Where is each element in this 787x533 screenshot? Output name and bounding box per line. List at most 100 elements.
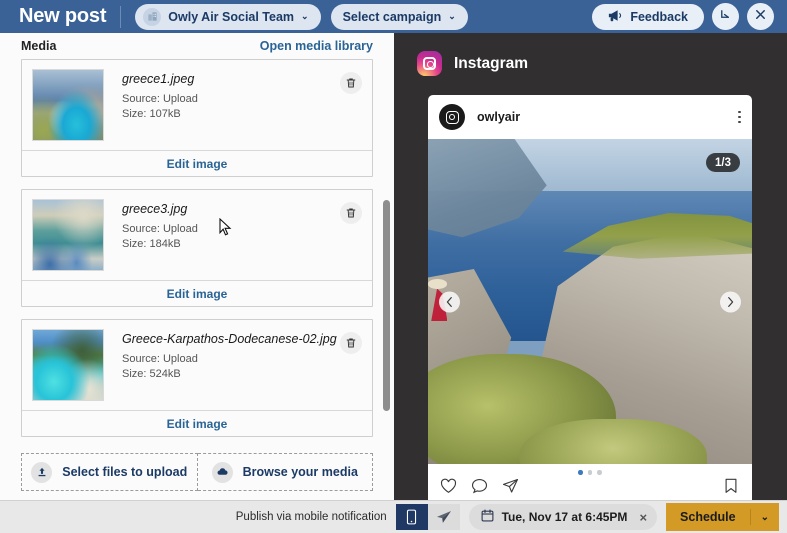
select-files-label: Select files to upload (62, 465, 188, 479)
delete-media-button[interactable] (340, 332, 362, 354)
new-post-composer-window: New post Owly Air Social Team ⌄ Select c… (0, 0, 787, 533)
chevron-right-icon (728, 296, 734, 307)
page-title: New post (19, 5, 107, 27)
close-icon (754, 8, 767, 26)
instagram-icon (417, 51, 442, 76)
header-actions: Feedback (592, 3, 778, 30)
trash-icon (346, 208, 356, 218)
post-action-bar (428, 464, 752, 500)
minimize-button[interactable] (712, 3, 739, 30)
paper-plane-icon (436, 510, 451, 523)
mobile-phone-icon (407, 509, 417, 525)
auto-publish-toggle[interactable] (427, 504, 460, 530)
media-size: Size: 524kB (122, 367, 181, 380)
media-item-meta: greece1.jpeg Source: Upload Size: 107kB (122, 69, 198, 141)
trash-icon (346, 78, 356, 88)
post-account-row: owlyair (428, 95, 752, 139)
schedule-button-label: Schedule (680, 510, 736, 524)
campaign-selector[interactable]: Select campaign ⌄ (330, 3, 468, 30)
chevron-left-icon (446, 296, 452, 307)
share-icon[interactable] (502, 478, 519, 494)
media-filename: greece1.jpeg (122, 72, 195, 86)
carousel-dot[interactable] (597, 470, 602, 475)
upload-actions: Select files to upload Browse your media (0, 449, 394, 491)
edit-image-button[interactable]: Edit image (22, 280, 372, 306)
schedule-dropdown-toggle[interactable]: ⌄ (751, 512, 779, 523)
trash-icon (346, 338, 356, 348)
network-header: Instagram (394, 33, 787, 76)
media-thumbnail[interactable] (32, 199, 104, 271)
delete-media-button[interactable] (340, 202, 362, 224)
upload-icon (31, 461, 53, 483)
edit-image-button[interactable]: Edit image (22, 410, 372, 436)
comment-icon[interactable] (471, 478, 488, 494)
instagram-post-preview: owlyair 1/3 (428, 95, 752, 500)
media-thumbnail[interactable] (32, 329, 104, 401)
feedback-button[interactable]: Feedback (592, 3, 704, 30)
calendar-icon (481, 509, 494, 525)
chevron-down-icon: ⌄ (448, 11, 456, 21)
composer-panel: Media Open media library greece1.jpeg So… (0, 33, 394, 500)
megaphone-icon (608, 9, 622, 25)
team-selector-label: Owly Air Social Team (168, 9, 295, 24)
media-size: Size: 184kB (122, 237, 181, 250)
edit-image-button[interactable]: Edit image (22, 150, 372, 176)
publish-mode-toggle (395, 504, 460, 530)
media-filename: Greece-Karpathos-Dodecanese-02.jpg (122, 332, 337, 346)
header-divider (120, 5, 122, 28)
feedback-label: Feedback (630, 9, 688, 24)
media-source: Source: Upload (122, 353, 198, 365)
media-source: Source: Upload (122, 93, 198, 105)
carousel-dot[interactable] (587, 470, 593, 475)
window-header: New post Owly Air Social Team ⌄ Select c… (0, 0, 787, 33)
like-icon[interactable] (440, 478, 457, 494)
team-selector[interactable]: Owly Air Social Team ⌄ (135, 3, 321, 30)
composer-scrollbar[interactable] (382, 33, 391, 500)
campaign-selector-label: Select campaign (342, 9, 442, 24)
media-item-meta: Greece-Karpathos-Dodecanese-02.jpg Sourc… (122, 329, 337, 401)
media-item-card: greece1.jpeg Source: Upload Size: 107kB … (21, 59, 373, 177)
open-media-library-link[interactable]: Open media library (260, 39, 373, 53)
bookmark-icon[interactable] (724, 478, 738, 494)
media-item-meta: greece3.jpg Source: Upload Size: 184kB (122, 199, 198, 271)
media-list: greece1.jpeg Source: Upload Size: 107kB … (0, 59, 394, 437)
carousel-counter: 1/3 (706, 153, 740, 172)
delete-media-button[interactable] (340, 72, 362, 94)
schedule-button[interactable]: Schedule ⌄ (666, 503, 779, 531)
media-item-card: greece3.jpg Source: Upload Size: 184kB E… (21, 189, 373, 307)
schedule-date-label: Tue, Nov 17 at 6:45PM (501, 510, 628, 524)
select-files-button[interactable]: Select files to upload (21, 453, 198, 491)
media-section-header: Media Open media library (0, 33, 394, 59)
clear-date-button[interactable]: × (639, 510, 647, 525)
more-options-icon[interactable] (738, 110, 741, 124)
chevron-down-icon: ⌄ (301, 11, 309, 21)
composer-footer: Publish via mobile notification Tue, Nov… (0, 500, 787, 533)
media-filename: greece3.jpg (122, 202, 188, 216)
carousel-next-button[interactable] (720, 291, 741, 312)
account-handle: owlyair (477, 110, 521, 124)
post-actions (440, 478, 519, 494)
media-item-card: Greece-Karpathos-Dodecanese-02.jpg Sourc… (21, 319, 373, 437)
publish-note: Publish via mobile notification (235, 511, 387, 523)
schedule-date-chip[interactable]: Tue, Nov 17 at 6:45PM × (468, 504, 658, 530)
media-item-body: greece1.jpeg Source: Upload Size: 107kB (22, 60, 372, 150)
building-icon (143, 7, 162, 26)
cloud-icon (211, 461, 233, 483)
media-item-body: Greece-Karpathos-Dodecanese-02.jpg Sourc… (22, 320, 372, 410)
image-person-hat (428, 278, 448, 289)
close-button[interactable] (747, 3, 774, 30)
arrow-down-right-icon (719, 8, 732, 26)
browse-media-button[interactable]: Browse your media (197, 453, 373, 491)
media-thumbnail[interactable] (32, 69, 104, 141)
preview-panel: Instagram owlyair 1/3 (394, 33, 787, 500)
media-item-body: greece3.jpg Source: Upload Size: 184kB (22, 190, 372, 280)
post-image[interactable]: 1/3 (428, 139, 752, 464)
scrollbar-thumb[interactable] (383, 200, 390, 411)
carousel-indicator-dots (428, 470, 752, 475)
avatar (439, 104, 465, 130)
mobile-notification-toggle[interactable] (395, 504, 428, 530)
carousel-dot[interactable] (578, 470, 583, 475)
media-size: Size: 107kB (122, 107, 181, 120)
carousel-prev-button[interactable] (439, 291, 460, 312)
network-label: Instagram (454, 54, 529, 72)
